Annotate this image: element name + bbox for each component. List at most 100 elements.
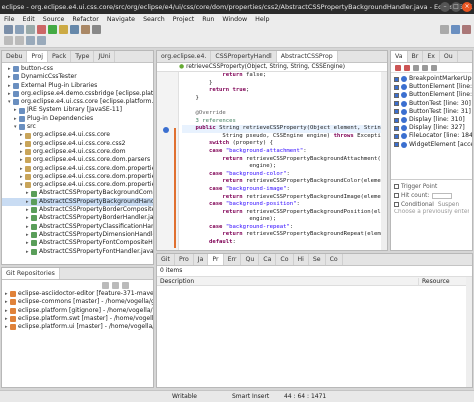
trigger-point-checkbox[interactable] [394, 184, 399, 189]
tree-item[interactable]: ▸ org.eclipse.e4.ui.css.core.dom.properti… [2, 173, 153, 181]
new-icon[interactable] [4, 25, 13, 34]
breakpoint-checkbox[interactable] [394, 142, 399, 148]
breadcrumb-method[interactable]: retrieveCSSProperty(Object, String, Stri… [186, 64, 345, 70]
tab-bottom-8[interactable]: Hi [294, 254, 309, 265]
tree-item[interactable]: ▸AbstractCSSPropertyBorderCompositeHandl… [2, 206, 153, 214]
tree-item[interactable]: ▸ org.eclipse.e4.ui.css.core.dom [2, 148, 153, 156]
annotation-next-icon[interactable] [4, 36, 13, 45]
go-to-file-icon[interactable] [422, 64, 428, 71]
tree-item[interactable]: ▸ Plug-in Dependencies [2, 115, 153, 123]
tree-item[interactable]: ▸ org.eclipse.e4.ui.css.core.dom.parsers [2, 156, 153, 164]
tab-editor-2[interactable]: AbstractCSSProp [276, 51, 338, 62]
tree-item[interactable]: ▸ AbstractCSSPropertyBorderHandler.java [2, 214, 153, 222]
tree-item[interactable]: ▸AbstractCSSPropertyClassificationHandle… [2, 223, 153, 231]
show-supported-icon[interactable] [413, 64, 419, 71]
tab-editor-1[interactable]: CSSPropertyHandl [211, 51, 277, 62]
external-tools-icon[interactable] [59, 25, 68, 34]
menu-run[interactable]: Run [198, 16, 218, 23]
hit-count-input[interactable] [432, 192, 453, 199]
tree-item[interactable]: ▸ AbstractCSSPropertyFontHandler.java [2, 248, 153, 256]
tab-left-4[interactable]: JUni [94, 51, 116, 62]
hit-count-checkbox[interactable] [394, 193, 399, 198]
save-all-icon[interactable] [26, 25, 35, 34]
remove-all-icon[interactable] [404, 64, 410, 71]
tab-left-1[interactable]: Proj [27, 51, 48, 62]
tab-right-0[interactable]: Va [391, 51, 408, 62]
tab-right-1[interactable]: Br [408, 51, 424, 62]
menu-refactor[interactable]: Refactor [68, 16, 102, 23]
menu-project[interactable]: Project [169, 16, 199, 23]
tree-item[interactable]: ▸ DynamicCssTester [2, 73, 153, 81]
tree-item[interactable]: ▾ org.eclipse.e4.ui.css.core [eclipse.pla… [2, 98, 153, 106]
new-java-class-icon[interactable] [70, 25, 79, 34]
git-repo-item[interactable]: ▸ eclipse.platform.ui [master] - /home/vo… [2, 323, 153, 331]
debug-icon[interactable] [37, 25, 46, 34]
tree-item[interactable]: ▸AbstractCSSPropertyFontCompositeHandler [2, 239, 153, 247]
breakpoint-item[interactable]: WidgetElement [access a [394, 141, 472, 149]
tab-right-3[interactable]: Ou [440, 51, 458, 62]
menu-search[interactable]: Search [139, 16, 169, 23]
tree-item[interactable]: ▸ org.eclipse.e4.demo.cssbridge [eclipse.… [2, 90, 153, 98]
breakpoint-item[interactable]: ButtonElement [line: 39] [394, 83, 472, 91]
tab-bottom-0[interactable]: Git [157, 254, 175, 265]
tab-editor-0[interactable]: org.eclipse.e4. [157, 51, 212, 62]
choose-previous-label[interactable]: Choose a previously entered [394, 209, 469, 217]
tree-item[interactable]: ▸AbstractCSSPropertyBackgroundCompositeH [2, 189, 153, 197]
breakpoint-checkbox[interactable] [394, 109, 399, 115]
tab-bottom-5[interactable]: Qu [241, 254, 260, 265]
column-resource[interactable]: Resource [419, 278, 450, 285]
tree-item[interactable]: ▸AbstractCSSPropertyDimensionHandler.jav… [2, 231, 153, 239]
tab-left-2[interactable]: Pack [48, 51, 72, 62]
clone-repo-icon[interactable] [102, 281, 109, 289]
tab-right-2[interactable]: Ex [423, 51, 440, 62]
breakpoint-item[interactable]: ButtonTest [line: 31] [394, 108, 472, 116]
close-icon[interactable]: × [462, 2, 472, 12]
tree-item[interactable]: ▸ org.eclipse.e4.ui.css.core.css2 [2, 140, 153, 148]
menu-help[interactable]: Help [251, 16, 273, 23]
breakpoint-checkbox[interactable] [394, 84, 399, 90]
breakpoint-item[interactable]: FileLocator [line: 184] [394, 132, 472, 140]
tree-item[interactable]: ▾ src [2, 123, 153, 131]
breakpoint-item[interactable]: ButtonTest [line: 30] [394, 100, 472, 108]
tab-bottom-3[interactable]: Pr [208, 254, 224, 265]
maximize-icon[interactable]: □ [451, 2, 461, 12]
tab-bottom-10[interactable]: Co [326, 254, 343, 265]
breakpoint-item[interactable]: Display [line: 310] [394, 116, 472, 124]
breakpoint-item[interactable]: Display [line: 327] [394, 124, 472, 132]
breakpoint-item[interactable]: BreakpointMarkerUpdat [394, 75, 472, 83]
tab-bottom-1[interactable]: Pro [175, 254, 194, 265]
forward-icon[interactable] [37, 36, 46, 45]
breakpoint-checkbox[interactable] [394, 101, 399, 107]
git-repo-item[interactable]: ▸ eclipse.platform [gitignore] - /home/vo… [2, 307, 153, 315]
tab-bottom-4[interactable]: Err [224, 254, 242, 265]
debug-perspective-icon[interactable] [462, 25, 471, 34]
tree-item[interactable]: ▸AbstractCSSPropertyBackgroundHandler.ja… [2, 197, 153, 207]
annotation-prev-icon[interactable] [15, 36, 24, 45]
remove-breakpoint-icon[interactable] [395, 64, 401, 71]
breakpoint-item[interactable]: ButtonElement [line: 12] [394, 91, 472, 99]
breakpoint-checkbox[interactable] [394, 133, 399, 139]
problems-scrollbar[interactable] [466, 277, 472, 387]
skip-all-icon[interactable] [431, 64, 437, 71]
breakpoint-checkbox[interactable] [394, 92, 399, 98]
tab-left-0[interactable]: Debu [2, 51, 28, 62]
menu-window[interactable]: Window [218, 16, 251, 23]
tree-item[interactable]: ▾ org.eclipse.e4.ui.css.core.dom.properti… [2, 181, 153, 189]
tab-git-repositories[interactable]: Git Repositories [2, 268, 60, 279]
tab-bottom-9[interactable]: Se [309, 254, 326, 265]
tab-left-3[interactable]: Type [71, 51, 95, 62]
menu-file[interactable]: File [0, 16, 19, 23]
column-description[interactable]: Description [157, 277, 419, 285]
save-icon[interactable] [15, 25, 24, 34]
minimize-icon[interactable]: – [440, 2, 450, 12]
tab-bottom-6[interactable]: Ca [259, 254, 277, 265]
menu-navigate[interactable]: Navigate [103, 16, 139, 23]
add-repo-icon[interactable] [112, 281, 119, 289]
search-icon[interactable] [92, 25, 101, 34]
git-repo-item[interactable]: ▸ eclipse-asciidoctor-editor [feature-371… [2, 290, 153, 298]
tree-item[interactable]: ▸ External Plug-in Libraries [2, 82, 153, 90]
tree-item[interactable]: ▸ org.eclipse.e4.ui.css.core [2, 131, 153, 139]
collapse-all-icon[interactable] [122, 281, 129, 289]
tab-bottom-2[interactable]: Ja [194, 254, 209, 265]
open-type-icon[interactable] [81, 25, 90, 34]
